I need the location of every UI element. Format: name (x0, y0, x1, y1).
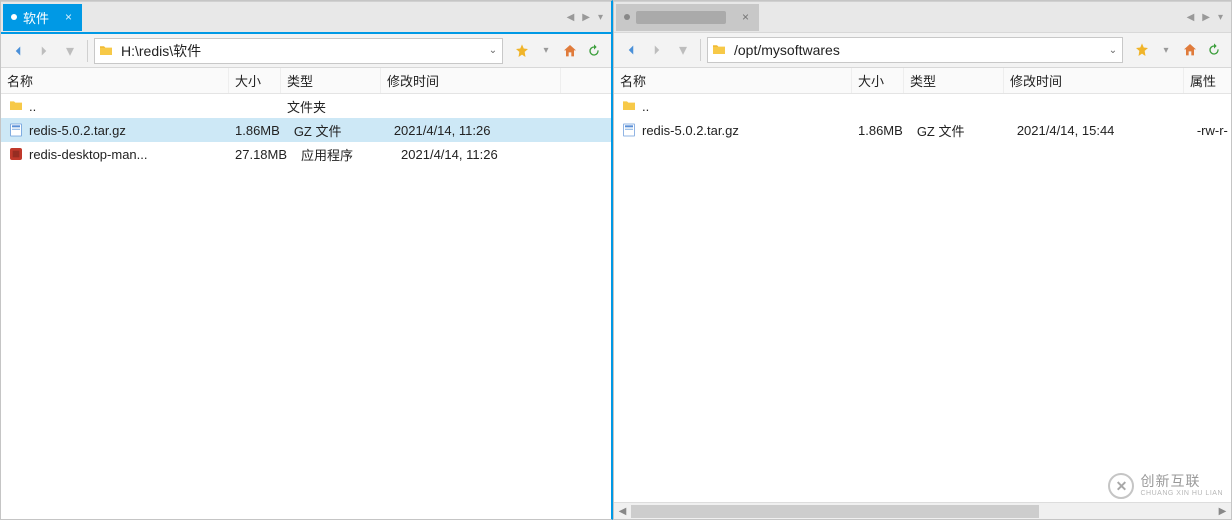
tab-nav: ◀ ▶ ▾ (567, 12, 611, 23)
file-name: .. (29, 99, 36, 114)
toolbar-separator (87, 40, 88, 62)
right-tab-active[interactable]: × (616, 4, 759, 31)
file-row[interactable]: redis-5.0.2.tar.gz 1.86MB GZ 文件 2021/4/1… (614, 118, 1231, 142)
favorites-dropdown-icon[interactable]: ▾ (1155, 39, 1177, 61)
folder-icon (708, 42, 730, 58)
col-header-size[interactable]: 大小 (852, 68, 904, 93)
tab-nav-left-icon[interactable]: ◀ (567, 12, 575, 23)
refresh-icon[interactable] (583, 40, 605, 62)
tab-label-blurred (636, 11, 726, 24)
file-type: GZ 文件 (911, 118, 1011, 142)
folder-icon (95, 43, 117, 59)
favorites-star-icon[interactable] (1131, 39, 1153, 61)
tab-indicator-dot (11, 14, 17, 20)
home-icon[interactable] (559, 40, 581, 62)
toolbar-right-buttons: ▾ (1131, 39, 1225, 61)
file-name: redis-desktop-man... (29, 147, 148, 162)
file-size (852, 94, 904, 118)
scroll-thumb[interactable] (631, 505, 1039, 518)
right-toolbar: ▾ ⌄ ▾ (614, 32, 1231, 68)
tab-close-icon[interactable]: × (65, 10, 72, 24)
tab-nav-right-icon[interactable]: ▶ (582, 12, 590, 23)
file-name: .. (642, 99, 649, 114)
scroll-left-icon[interactable]: ◀ (614, 506, 631, 517)
left-pane: 软件 × ◀ ▶ ▾ ▾ ⌄ ▾ (0, 0, 613, 520)
address-input[interactable] (730, 38, 1104, 62)
tab-nav: ◀ ▶ ▾ (1187, 12, 1231, 23)
file-type (904, 94, 1004, 118)
file-attr: -rw-r- (1191, 118, 1231, 142)
tab-nav-menu-icon[interactable]: ▾ (598, 12, 603, 23)
file-date: 2021/4/14, 11:26 (388, 118, 568, 142)
col-header-name[interactable]: 名称 (1, 68, 229, 93)
tab-close-icon[interactable]: × (742, 10, 749, 24)
tab-label: 软件 (23, 8, 49, 27)
scroll-track[interactable] (631, 503, 1214, 519)
toolbar-separator (700, 39, 701, 61)
archive-icon (7, 122, 25, 138)
history-dropdown[interactable]: ▾ (59, 40, 81, 62)
tab-indicator-dot (624, 14, 630, 20)
file-date (1004, 94, 1184, 118)
left-column-header: 名称 大小 类型 修改时间 (1, 68, 611, 94)
back-button[interactable] (7, 40, 29, 62)
left-tab-active[interactable]: 软件 × (3, 4, 82, 31)
file-type: 文件夹 (281, 94, 381, 118)
folder-up-icon (620, 98, 638, 114)
forward-button[interactable] (646, 39, 668, 61)
home-icon[interactable] (1179, 39, 1201, 61)
favorites-dropdown-icon[interactable]: ▾ (535, 40, 557, 62)
col-header-date[interactable]: 修改时间 (381, 68, 561, 93)
file-size: 27.18MB (229, 142, 295, 166)
right-file-list[interactable]: .. redis-5.0.2.tar.gz 1.86MB GZ 文件 2021/… (614, 94, 1231, 519)
history-dropdown[interactable]: ▾ (672, 39, 694, 61)
address-input[interactable] (117, 39, 484, 63)
col-header-type[interactable]: 类型 (904, 68, 1004, 93)
file-date: 2021/4/14, 11:26 (395, 142, 575, 166)
address-dropdown-icon[interactable]: ⌄ (484, 45, 502, 56)
col-header-attr[interactable]: 属性 (1184, 68, 1232, 93)
horizontal-scrollbar[interactable]: ◀ ▶ (614, 502, 1231, 519)
file-type: 应用程序 (295, 142, 395, 166)
file-row[interactable]: redis-5.0.2.tar.gz 1.86MB GZ 文件 2021/4/1… (1, 118, 611, 142)
file-attr (1184, 94, 1231, 118)
forward-button[interactable] (33, 40, 55, 62)
file-name: redis-5.0.2.tar.gz (29, 123, 126, 138)
file-type: GZ 文件 (288, 118, 388, 142)
col-header-type[interactable]: 类型 (281, 68, 381, 93)
archive-icon (620, 122, 638, 138)
tab-nav-left-icon[interactable]: ◀ (1187, 12, 1195, 23)
application-icon (7, 146, 25, 162)
file-size (229, 94, 281, 118)
left-toolbar: ▾ ⌄ ▾ (1, 32, 611, 68)
tab-nav-menu-icon[interactable]: ▾ (1218, 12, 1223, 23)
col-header-date[interactable]: 修改时间 (1004, 68, 1184, 93)
parent-folder-row[interactable]: .. 文件夹 (1, 94, 611, 118)
address-dropdown-icon[interactable]: ⌄ (1104, 45, 1122, 56)
back-button[interactable] (620, 39, 642, 61)
parent-folder-row[interactable]: .. (614, 94, 1231, 118)
left-tabbar: 软件 × ◀ ▶ ▾ (1, 1, 611, 32)
right-pane: × ◀ ▶ ▾ ▾ ⌄ ▾ (613, 0, 1232, 520)
toolbar-right-buttons: ▾ (511, 40, 605, 62)
tab-nav-right-icon[interactable]: ▶ (1202, 12, 1210, 23)
file-date: 2021/4/14, 15:44 (1011, 118, 1191, 142)
address-bar[interactable]: ⌄ (94, 38, 503, 64)
col-header-size[interactable]: 大小 (229, 68, 281, 93)
address-bar[interactable]: ⌄ (707, 37, 1123, 63)
file-date (381, 94, 561, 118)
col-header-name[interactable]: 名称 (614, 68, 852, 93)
favorites-star-icon[interactable] (511, 40, 533, 62)
right-column-header: 名称 大小 类型 修改时间 属性 (614, 68, 1231, 94)
refresh-icon[interactable] (1203, 39, 1225, 61)
file-size: 1.86MB (852, 118, 911, 142)
scroll-right-icon[interactable]: ▶ (1214, 506, 1231, 517)
file-row[interactable]: redis-desktop-man... 27.18MB 应用程序 2021/4… (1, 142, 611, 166)
left-file-list[interactable]: .. 文件夹 redis-5.0.2.tar.gz 1.86MB GZ 文件 2… (1, 94, 611, 519)
folder-up-icon (7, 98, 25, 114)
right-tabbar: × ◀ ▶ ▾ (614, 1, 1231, 32)
file-size: 1.86MB (229, 118, 288, 142)
file-name: redis-5.0.2.tar.gz (642, 123, 739, 138)
